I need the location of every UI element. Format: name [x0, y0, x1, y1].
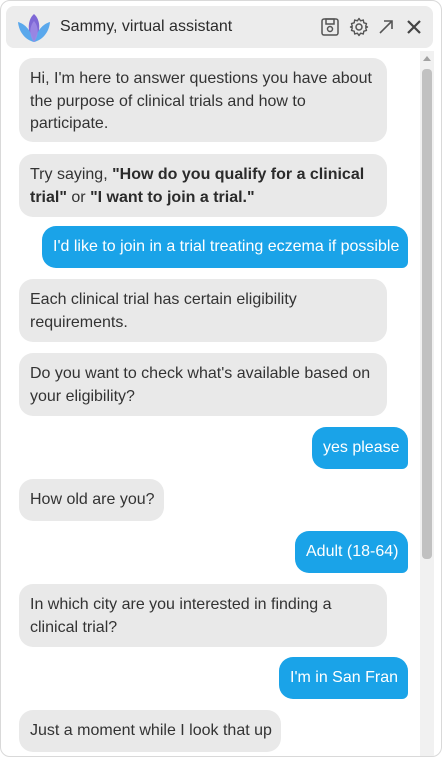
user-message: I'd like to join in a trial treating ecz… [42, 226, 408, 268]
message-list: Hi, I'm here to answer questions you hav… [1, 48, 421, 756]
scroll-up-arrow-icon[interactable] [423, 56, 431, 61]
bot-message: Hi, I'm here to answer questions you hav… [19, 58, 387, 142]
settings-gear-icon[interactable] [348, 16, 370, 38]
scrollbar[interactable] [420, 51, 434, 756]
user-message: Adult (18-64) [295, 531, 408, 573]
bot-message: Each clinical trial has certain eligibil… [19, 279, 387, 342]
chat-widget: Sammy, virtual assistant Hi, I'm here to… [0, 0, 442, 757]
bot-message: Just a moment while I look that up [19, 710, 281, 752]
user-message: I'm in San Fran [279, 657, 408, 699]
logo-lotus-icon [18, 14, 50, 42]
save-icon[interactable] [319, 16, 341, 38]
chat-title: Sammy, virtual assistant [60, 18, 233, 35]
bot-message: How old are you? [19, 479, 164, 521]
bot-message: Try saying, "How do you qualify for a cl… [19, 154, 387, 217]
bot-message: In which city are you interested in find… [19, 584, 387, 647]
close-icon[interactable] [403, 16, 425, 38]
scrollbar-thumb[interactable] [422, 69, 432, 559]
expand-arrow-icon[interactable] [375, 16, 397, 38]
bot-message: Do you want to check what's available ba… [19, 353, 387, 416]
user-message: yes please [312, 427, 408, 469]
chat-header: Sammy, virtual assistant [6, 6, 433, 48]
